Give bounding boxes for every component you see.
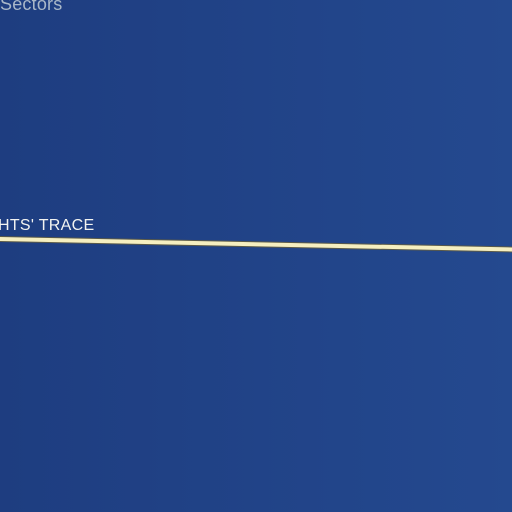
map-view[interactable]: Sectors HTS' TRACE (0, 0, 512, 512)
road-line[interactable] (0, 0, 512, 512)
road-label: HTS' TRACE (0, 217, 95, 234)
area-label: Sectors (0, 0, 63, 14)
